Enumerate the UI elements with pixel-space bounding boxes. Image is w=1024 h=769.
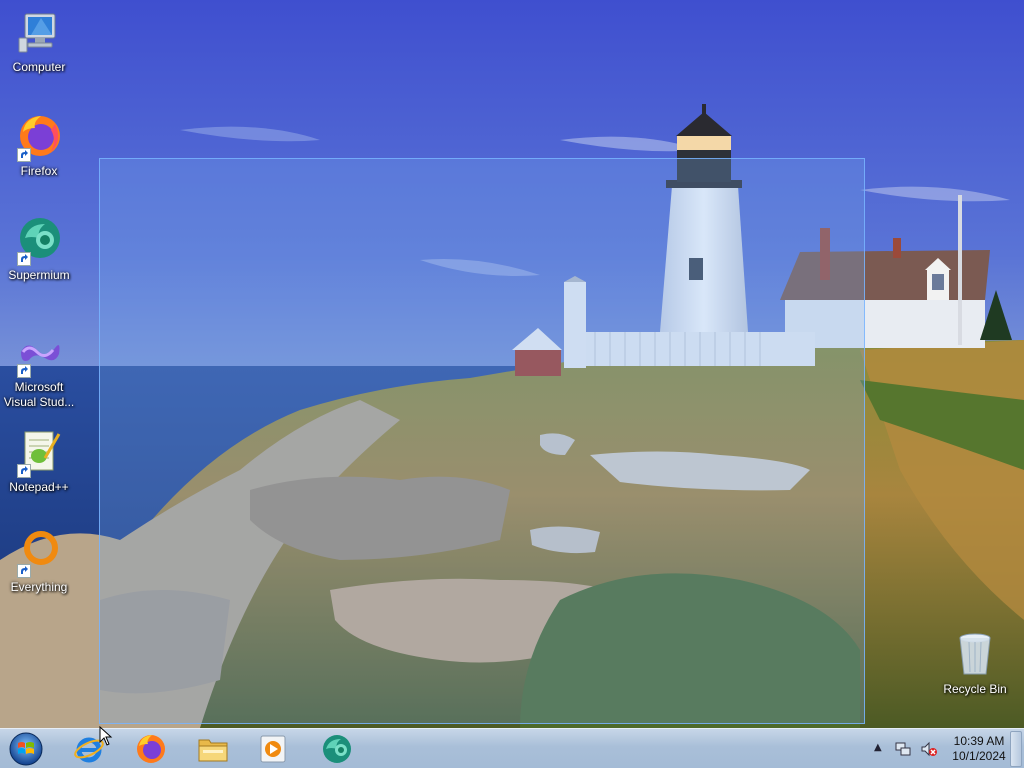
computer-icon <box>15 8 63 56</box>
shortcut-arrow-icon <box>17 148 31 162</box>
desktop-selection-rectangle <box>99 158 865 724</box>
visual-studio-icon <box>15 328 63 378</box>
notepad-plus-plus-icon <box>15 428 63 478</box>
desktop-icon-computer[interactable]: Computer <box>0 8 78 75</box>
desktop-icon-label: Supermium <box>8 268 70 282</box>
taskbar-media-player[interactable] <box>256 732 290 766</box>
desktop-icon-label: Everything <box>10 580 68 594</box>
show-hidden-icons-button[interactable]: ▲ <box>874 742 882 753</box>
desktop-icon-visual-studio[interactable]: Microsoft Visual Stud... <box>0 328 78 410</box>
taskbar-file-explorer[interactable] <box>196 732 230 766</box>
desktop-icon-label: Notepad++ <box>9 480 69 494</box>
supermium-icon <box>15 216 63 266</box>
desktop-icon-label: Recycle Bin <box>943 682 1007 696</box>
clock-date: 10/1/2024 <box>952 749 1006 763</box>
shortcut-arrow-icon <box>17 252 31 266</box>
media-player-icon <box>260 735 286 763</box>
taskbar-firefox[interactable] <box>134 732 168 766</box>
start-button[interactable] <box>7 731 45 767</box>
network-icon[interactable] <box>894 740 912 758</box>
folder-icon <box>198 739 228 762</box>
desktop-icon-recycle-bin[interactable]: Recycle Bin <box>936 630 1014 697</box>
shortcut-arrow-icon <box>17 364 31 378</box>
firefox-icon <box>15 112 63 162</box>
taskbar: ▲ 10:39 AM 10/1/2024 <box>0 728 1024 768</box>
show-desktop-button[interactable] <box>1010 731 1022 767</box>
recycle-bin-icon <box>951 630 999 678</box>
supermium-icon <box>323 735 351 763</box>
windows-start-icon <box>9 732 43 766</box>
desktop-icon-label: Firefox <box>20 164 58 178</box>
everything-search-icon <box>15 528 63 578</box>
desktop-icon-label: Computer <box>12 60 66 74</box>
shortcut-arrow-icon <box>17 464 31 478</box>
shortcut-arrow-icon <box>17 564 31 578</box>
mouse-cursor-icon <box>99 725 113 746</box>
volume-muted-icon[interactable] <box>920 740 938 758</box>
firefox-icon <box>137 735 165 763</box>
desktop-icon-notepad-plus-plus[interactable]: Notepad++ <box>0 428 78 495</box>
desktop-icon-label: Microsoft Visual Stud... <box>3 380 75 409</box>
desktop-icon-supermium[interactable]: Supermium <box>0 216 78 283</box>
clock[interactable]: 10:39 AM 10/1/2024 <box>946 734 1012 764</box>
taskbar-supermium[interactable] <box>320 732 354 766</box>
clock-time: 10:39 AM <box>953 734 1005 748</box>
system-tray: ▲ 10:39 AM 10/1/2024 <box>864 729 1024 769</box>
desktop-icon-firefox[interactable]: Firefox <box>0 112 78 179</box>
desktop-icon-everything[interactable]: Everything <box>0 528 78 595</box>
